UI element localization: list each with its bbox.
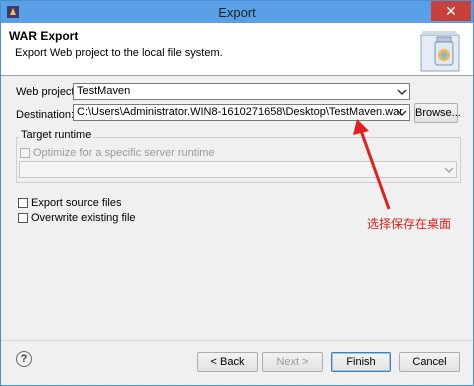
optimize-runtime-label: Optimize for a specific server runtime xyxy=(33,147,215,159)
overwrite-label: Overwrite existing file xyxy=(31,212,136,224)
wizard-banner: WAR Export Export Web project to the loc… xyxy=(1,23,473,76)
back-button[interactable]: < Back xyxy=(197,352,258,372)
next-button[interactable]: Next > xyxy=(262,352,323,372)
web-project-label: Web project: xyxy=(16,86,78,98)
finish-button[interactable]: Finish xyxy=(331,352,391,372)
bottom-divider xyxy=(1,340,473,341)
export-source-checkbox[interactable] xyxy=(18,198,28,208)
destination-value: C:\Users\Administrator.WIN8-1610271658\D… xyxy=(77,106,403,118)
export-dialog: Export ✕ WAR Export Export Web project t… xyxy=(0,0,474,386)
annotation-arrow xyxy=(353,119,391,210)
destination-label: Destination: xyxy=(16,109,75,121)
wizard-heading: WAR Export xyxy=(9,29,79,43)
optimize-runtime-checkbox[interactable] xyxy=(20,148,30,158)
target-runtime-label: Target runtime xyxy=(19,129,94,141)
web-project-combo[interactable]: TestMaven xyxy=(73,83,410,100)
chevron-down-icon xyxy=(397,110,407,117)
overwrite-checkbox[interactable] xyxy=(18,213,28,223)
chevron-down-icon xyxy=(444,167,454,174)
browse-button[interactable]: Browse... xyxy=(414,103,461,123)
wizard-description: Export Web project to the local file sys… xyxy=(15,47,223,59)
close-button[interactable]: ✕ xyxy=(431,1,471,21)
export-source-label: Export source files xyxy=(31,197,122,209)
chevron-down-icon xyxy=(397,89,407,96)
help-button[interactable]: ? xyxy=(16,351,32,367)
window-title: Export xyxy=(218,5,256,20)
title-bar[interactable]: Export ✕ xyxy=(1,1,473,23)
web-project-value: TestMaven xyxy=(77,85,131,97)
war-jar-icon xyxy=(420,31,460,72)
cancel-button[interactable]: Cancel xyxy=(399,352,460,372)
annotation-text: 选择保存在桌面 xyxy=(367,217,452,231)
